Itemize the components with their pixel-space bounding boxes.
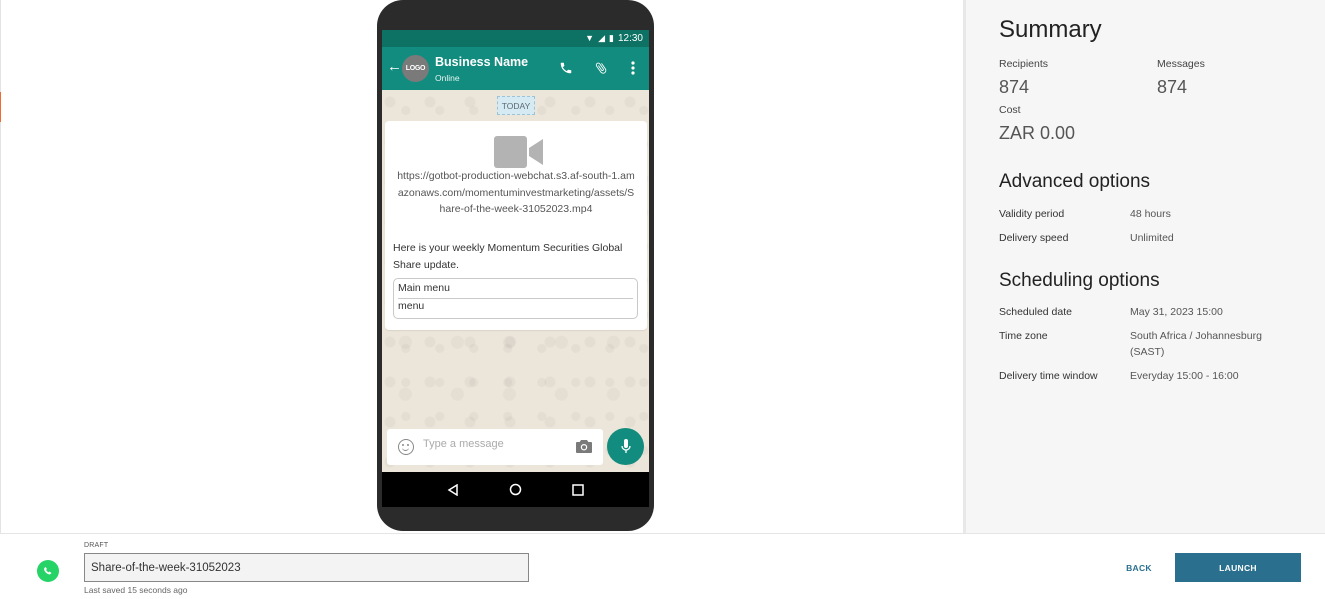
business-name: Business Name — [435, 55, 529, 69]
message-input-bar[interactable]: Type a message — [387, 429, 603, 465]
media-url[interactable]: https://gotbot-production-webchat.s3.af-… — [395, 168, 637, 218]
back-arrow-icon[interactable]: ← — [387, 59, 402, 74]
back-button[interactable]: BACK — [1120, 558, 1158, 578]
delivery-speed-value: Unlimited — [1130, 232, 1174, 244]
advanced-options-title: Advanced options — [999, 171, 1151, 192]
menu-button[interactable]: menu — [398, 300, 424, 312]
chat-header: ← LOGO Business Name Online — [382, 47, 649, 90]
messages-value: 874 — [1157, 77, 1188, 97]
messages-label: Messages — [1157, 58, 1205, 70]
summary-panel: Summary Recipients 874 Messages 874 Cost… — [963, 0, 1325, 533]
cost-value: ZAR 0.00 — [999, 123, 1076, 143]
delivery-speed-label: Delivery speed — [999, 232, 1069, 244]
scheduled-date-label: Scheduled date — [999, 306, 1072, 318]
avatar: LOGO — [402, 55, 429, 82]
cost-label: Cost — [999, 104, 1021, 116]
validity-label: Validity period — [999, 208, 1065, 220]
nav-recents-icon[interactable] — [572, 483, 584, 496]
menu-title: Main menu — [398, 282, 450, 294]
launch-button[interactable]: LAUNCH — [1175, 553, 1301, 582]
status-bar: ▼ ◢ ▮ 12:30 — [382, 30, 649, 47]
business-status: Online — [435, 73, 460, 83]
android-nav-bar — [382, 472, 649, 507]
status-time: 12:30 — [617, 33, 643, 44]
nav-back-icon[interactable] — [447, 483, 459, 496]
phone-screen: ▼ ◢ ▮ 12:30 ← LOGO Business Name Online … — [382, 30, 649, 507]
time-zone-label: Time zone — [999, 330, 1048, 342]
message-bubble: https://gotbot-production-webchat.s3.af-… — [385, 121, 647, 330]
scheduled-date-value: May 31, 2023 15:00 — [1130, 306, 1223, 318]
signal-icon: ◢ — [598, 33, 606, 43]
delivery-window-value: Everyday 15:00 - 16:00 — [1130, 370, 1239, 382]
validity-value: 48 hours — [1130, 208, 1171, 220]
battery-icon: ▮ — [609, 33, 614, 43]
phone-call-icon[interactable] — [558, 60, 574, 76]
delivery-window-label: Delivery time window — [999, 370, 1098, 382]
video-icon — [494, 136, 543, 168]
date-chip: TODAY — [497, 96, 535, 115]
campaign-name-input[interactable]: Share-of-the-week-31052023 — [84, 553, 529, 582]
menu-divider — [398, 298, 633, 299]
message-input[interactable]: Type a message — [423, 438, 504, 450]
footer-bar: DRAFT Share-of-the-week-31052023 Last sa… — [0, 533, 1325, 599]
interactive-menu[interactable]: Main menu menu — [393, 278, 638, 319]
message-text: Here is your weekly Momentum Securities … — [393, 242, 623, 271]
paperclip-icon[interactable] — [593, 60, 609, 76]
mic-icon — [620, 439, 631, 453]
nav-home-icon[interactable] — [509, 483, 522, 496]
whatsapp-icon — [37, 560, 59, 582]
recipients-value: 874 — [999, 77, 1030, 97]
camera-icon[interactable] — [576, 439, 592, 453]
draft-label: DRAFT — [84, 542, 109, 549]
summary-title: Summary — [999, 16, 1102, 43]
mic-button[interactable] — [607, 428, 644, 465]
scheduling-options-title: Scheduling options — [999, 270, 1160, 291]
emoji-icon[interactable] — [398, 439, 414, 455]
more-options-icon[interactable] — [625, 60, 641, 76]
time-zone-value: South Africa / Johannesburg (SAST) — [1130, 330, 1262, 358]
recipients-label: Recipients — [999, 58, 1049, 70]
wifi-icon: ▼ — [585, 33, 595, 43]
last-saved-text: Last saved 15 seconds ago — [84, 585, 188, 595]
